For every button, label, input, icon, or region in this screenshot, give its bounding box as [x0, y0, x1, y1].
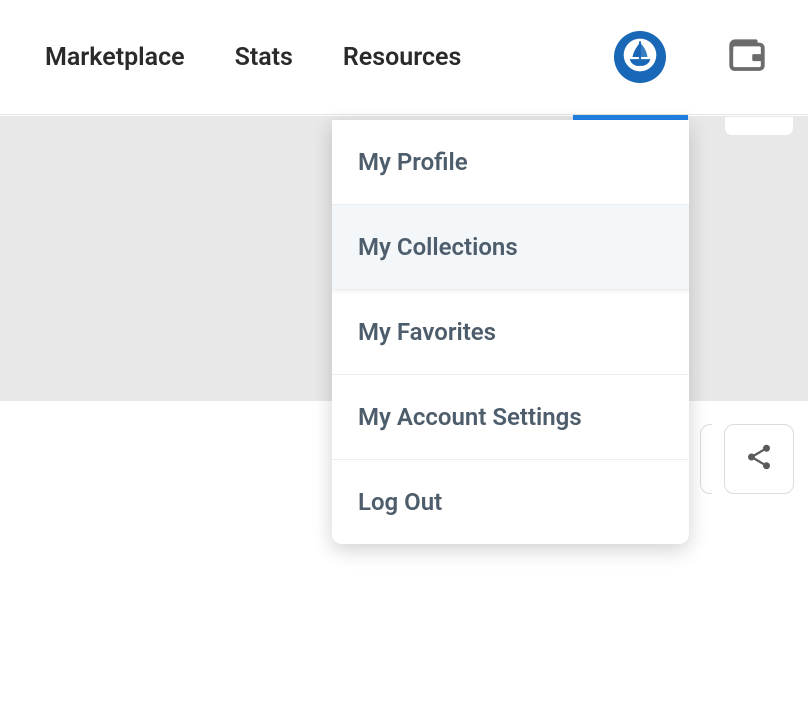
top-nav-bar: Marketplace Stats Resources — [0, 0, 808, 115]
ship-icon — [623, 38, 657, 76]
share-icon — [744, 442, 774, 476]
nav-marketplace[interactable]: Marketplace — [45, 43, 185, 72]
profile-dropdown-menu: My Profile My Collections My Favorites M… — [332, 120, 689, 544]
dropdown-item-my-favorites[interactable]: My Favorites — [332, 290, 689, 375]
wallet-button[interactable] — [726, 34, 768, 80]
nav-resources[interactable]: Resources — [343, 43, 461, 72]
wallet-icon — [726, 34, 768, 80]
header-icons-group — [614, 31, 788, 83]
dropdown-item-log-out[interactable]: Log Out — [332, 460, 689, 544]
nav-links-group: Marketplace Stats Resources — [20, 43, 614, 72]
profile-avatar[interactable] — [614, 31, 666, 83]
dropdown-item-my-account-settings[interactable]: My Account Settings — [332, 375, 689, 460]
dropdown-item-my-collections[interactable]: My Collections — [332, 205, 689, 290]
dropdown-item-my-profile[interactable]: My Profile — [332, 120, 689, 205]
partial-box — [724, 116, 794, 136]
nav-stats[interactable]: Stats — [235, 43, 293, 72]
partial-button-edge — [700, 424, 712, 494]
share-button[interactable] — [724, 424, 794, 494]
